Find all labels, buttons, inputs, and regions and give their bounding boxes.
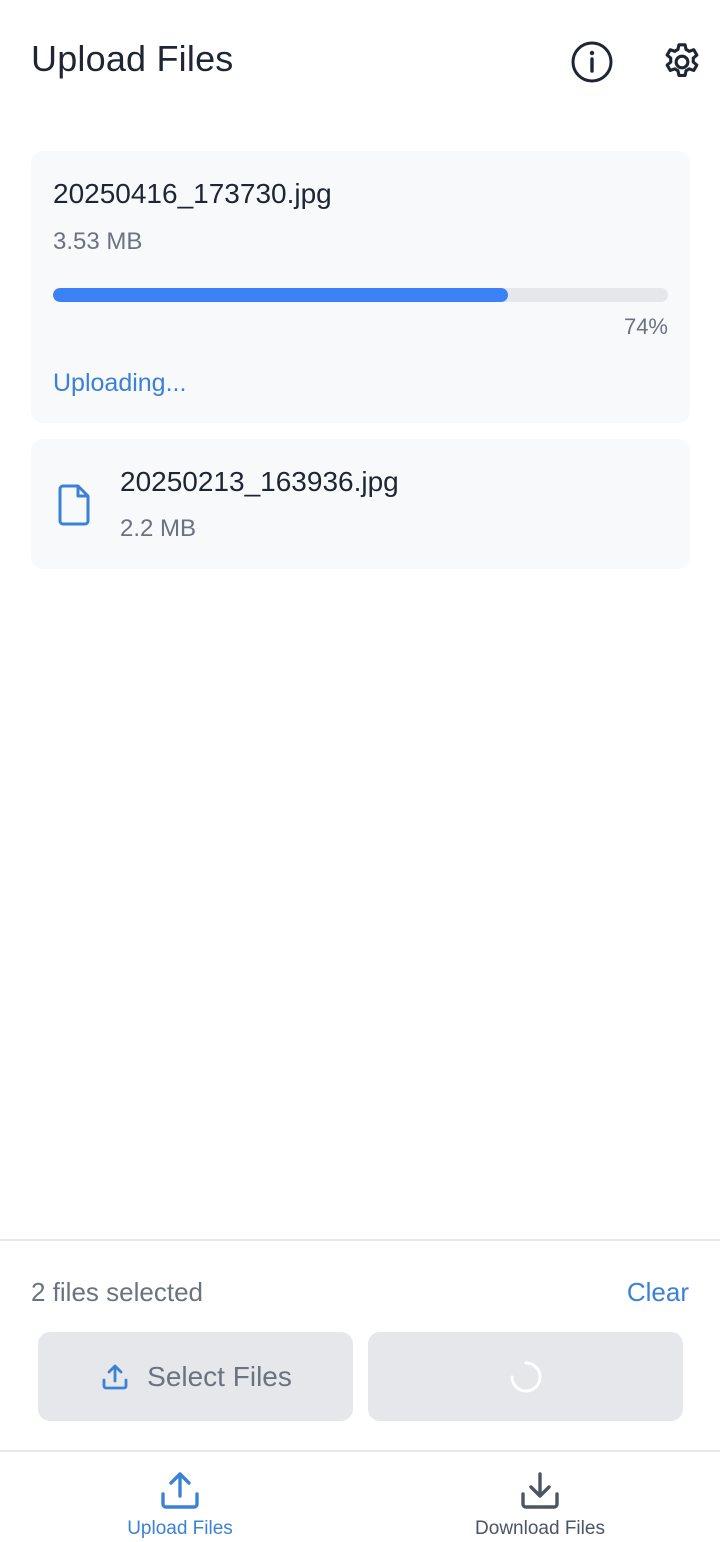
- download-icon: [518, 1468, 562, 1512]
- clear-button[interactable]: Clear: [627, 1277, 689, 1308]
- file-card-uploading: 20250416_173730.jpg 3.53 MB 74% Uploadin…: [31, 151, 690, 423]
- file-name: 20250416_173730.jpg: [53, 178, 332, 209]
- nav-upload-label: Upload Files: [127, 1518, 233, 1539]
- upload-files-screen: Upload Files 20250416_173730.jpg 3.53 MB: [0, 0, 720, 1542]
- select-files-button[interactable]: Select Files: [38, 1332, 353, 1421]
- gear-icon: [660, 40, 704, 84]
- upload-status: Uploading...: [53, 369, 187, 397]
- upload-icon: [158, 1468, 202, 1512]
- file-size: 2.2 MB: [120, 515, 197, 542]
- settings-button[interactable]: [660, 40, 704, 84]
- select-files-label: Select Files: [147, 1360, 292, 1392]
- app-header: Upload Files: [0, 0, 720, 124]
- nav-download-label: Download Files: [475, 1518, 605, 1539]
- file-size: 3.53 MB: [53, 228, 143, 255]
- upload-button[interactable]: [368, 1332, 683, 1421]
- file-icon: [57, 483, 93, 527]
- info-button[interactable]: [570, 40, 614, 84]
- info-icon: [570, 40, 614, 84]
- selected-count: 2 files selected: [31, 1277, 203, 1307]
- nav-download-files[interactable]: Download Files: [360, 1452, 720, 1542]
- loading-spinner-icon: [509, 1360, 543, 1394]
- upload-progress-bar: [53, 288, 668, 302]
- upload-progress-percent: 74%: [623, 314, 668, 339]
- file-name: 20250213_163936.jpg: [120, 466, 399, 497]
- file-card-queued: 20250213_163936.jpg 2.2 MB: [31, 439, 690, 569]
- nav-upload-files[interactable]: Upload Files: [0, 1452, 360, 1542]
- page-title: Upload Files: [31, 38, 234, 79]
- selection-actions: 2 files selected Clear Select Files: [0, 1239, 720, 1450]
- upload-icon: [99, 1361, 131, 1393]
- bottom-nav: Upload Files Download Files: [0, 1450, 720, 1542]
- upload-progress-fill: [53, 288, 509, 302]
